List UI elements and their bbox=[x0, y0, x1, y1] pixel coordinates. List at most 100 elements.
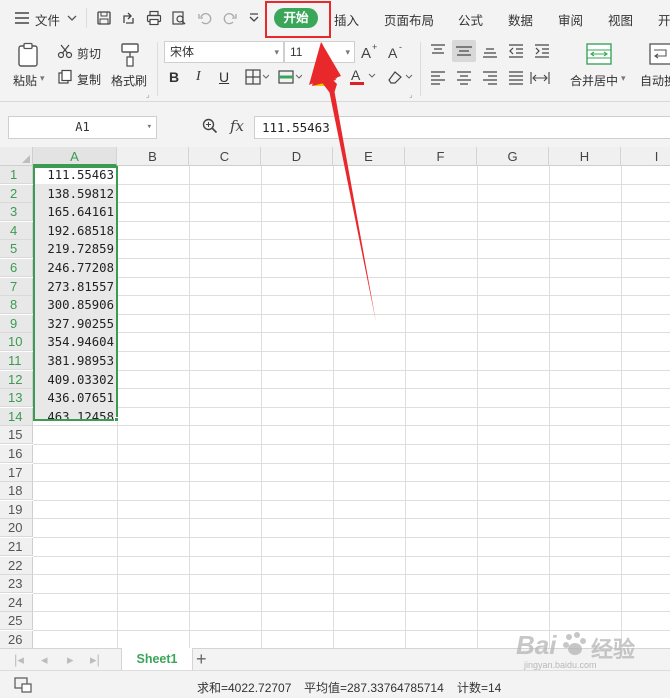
row-header[interactable]: 9 bbox=[0, 314, 33, 333]
auto-wrap-button[interactable]: 自动换 bbox=[640, 72, 670, 89]
row-header[interactable]: 5 bbox=[0, 240, 33, 259]
clear-format-icon[interactable] bbox=[386, 69, 414, 88]
decrease-indent-icon[interactable] bbox=[508, 44, 524, 61]
redo-icon[interactable] bbox=[222, 10, 238, 26]
align-bottom-icon[interactable] bbox=[482, 44, 498, 61]
quick-access-dropdown-icon[interactable] bbox=[247, 10, 263, 26]
row-header[interactable]: 10 bbox=[0, 333, 33, 352]
merge-center-icon[interactable] bbox=[585, 42, 613, 69]
name-box[interactable]: A1 ▾ bbox=[8, 116, 157, 139]
row-header[interactable]: 12 bbox=[0, 370, 33, 389]
row-header[interactable]: 20 bbox=[0, 519, 33, 538]
align-top-icon[interactable] bbox=[430, 44, 446, 61]
prev-sheet-icon[interactable]: ◂ bbox=[41, 652, 48, 668]
increase-indent-icon[interactable] bbox=[534, 44, 550, 61]
borders-icon[interactable] bbox=[245, 69, 270, 88]
column-header-e[interactable]: E bbox=[333, 147, 405, 166]
wrap-text-icon[interactable] bbox=[648, 42, 670, 69]
underline-button[interactable]: U bbox=[219, 69, 229, 85]
paste-icon[interactable] bbox=[16, 42, 42, 71]
row-header[interactable]: 13 bbox=[0, 389, 33, 408]
fill-pattern-icon[interactable] bbox=[278, 69, 303, 88]
print-icon[interactable] bbox=[146, 10, 162, 26]
paste-dropdown-icon[interactable]: ▾ bbox=[40, 73, 45, 84]
row-header[interactable]: 11 bbox=[0, 352, 33, 370]
add-sheet-button[interactable]: + bbox=[196, 649, 207, 669]
spreadsheet-grid[interactable]: ABCDEFGHI 1 2 3 4 5 6 7 8 9 10 11 12 13 14 15 16 17 18 19 2… bbox=[0, 147, 670, 650]
zoom-search-icon[interactable] bbox=[202, 118, 218, 137]
scissors-icon[interactable] bbox=[57, 43, 73, 62]
column-header-d[interactable]: D bbox=[261, 147, 333, 166]
align-center-icon[interactable] bbox=[456, 71, 472, 88]
row-header[interactable]: 4 bbox=[0, 221, 33, 240]
print-preview-icon[interactable] bbox=[171, 10, 187, 26]
tab-formulas[interactable]: 公式 bbox=[458, 10, 483, 29]
row-header[interactable]: 16 bbox=[0, 445, 33, 463]
row-header[interactable]: 18 bbox=[0, 482, 33, 501]
export-icon[interactable] bbox=[121, 10, 137, 26]
align-left-icon[interactable] bbox=[430, 71, 446, 88]
row-header[interactable]: 7 bbox=[0, 277, 33, 296]
select-all-corner[interactable] bbox=[0, 147, 33, 166]
next-sheet-icon[interactable]: ▸ bbox=[67, 652, 74, 668]
cut-button[interactable]: 剪切 bbox=[77, 45, 101, 62]
paste-button[interactable]: 粘贴 bbox=[13, 72, 37, 89]
column-header-a[interactable]: A bbox=[33, 147, 117, 166]
row-header[interactable]: 26 bbox=[0, 631, 33, 649]
tab-insert[interactable]: 插入 bbox=[334, 10, 359, 29]
copy-icon[interactable] bbox=[57, 69, 73, 88]
row-header[interactable]: 8 bbox=[0, 296, 33, 315]
copy-button[interactable]: 复制 bbox=[77, 71, 101, 88]
font-name-select[interactable]: 宋体 ▾ bbox=[164, 41, 284, 63]
chevron-down-icon[interactable] bbox=[66, 10, 82, 26]
column-header-c[interactable]: C bbox=[189, 147, 261, 166]
align-right-icon[interactable] bbox=[482, 71, 498, 88]
sheet-tab-sheet1[interactable]: Sheet1 bbox=[121, 648, 193, 671]
italic-button[interactable]: I bbox=[196, 69, 201, 85]
row-header[interactable]: 1 bbox=[0, 166, 33, 184]
last-sheet-icon[interactable]: ▸| bbox=[90, 652, 100, 668]
row-header[interactable]: 24 bbox=[0, 593, 33, 612]
font-color-icon[interactable]: A bbox=[349, 67, 377, 89]
column-header-g[interactable]: G bbox=[477, 147, 549, 166]
row-header[interactable]: 21 bbox=[0, 538, 33, 556]
row-header[interactable]: 25 bbox=[0, 612, 33, 631]
save-icon[interactable] bbox=[96, 10, 112, 26]
merge-center-button[interactable]: 合并居中 bbox=[570, 72, 618, 89]
font-dialog-launcher-icon[interactable]: ⌟ bbox=[409, 90, 413, 99]
undo-icon[interactable] bbox=[197, 10, 213, 26]
tab-data[interactable]: 数据 bbox=[508, 10, 533, 29]
align-middle-icon[interactable] bbox=[452, 40, 476, 62]
font-size-select[interactable]: 11 ▾ bbox=[284, 41, 355, 63]
row-header[interactable]: 14 bbox=[0, 407, 33, 426]
row-header[interactable]: 3 bbox=[0, 203, 33, 222]
status-mode-icon[interactable] bbox=[14, 677, 32, 696]
merge-dropdown-icon[interactable]: ▾ bbox=[621, 73, 626, 84]
fill-color-icon[interactable] bbox=[313, 69, 341, 90]
column-header-f[interactable]: F bbox=[405, 147, 477, 166]
column-header-b[interactable]: B bbox=[117, 147, 189, 166]
tab-page-layout[interactable]: 页面布局 bbox=[384, 10, 434, 29]
row-header[interactable]: 22 bbox=[0, 556, 33, 575]
formula-input[interactable]: 111.55463 bbox=[254, 116, 670, 139]
format-painter-icon[interactable] bbox=[119, 42, 141, 71]
clipboard-dialog-launcher-icon[interactable]: ⌟ bbox=[146, 90, 150, 99]
row-header[interactable]: 15 bbox=[0, 426, 33, 445]
insert-function-button[interactable]: fx bbox=[230, 117, 244, 135]
column-header-i[interactable]: I bbox=[621, 147, 670, 166]
increase-font-icon[interactable]: A + bbox=[360, 42, 380, 65]
row-header[interactable]: 17 bbox=[0, 463, 33, 482]
first-sheet-icon[interactable]: |◂ bbox=[14, 652, 24, 668]
hamburger-menu-icon[interactable] bbox=[14, 10, 30, 26]
row-header[interactable]: 2 bbox=[0, 184, 33, 203]
row-header[interactable]: 19 bbox=[0, 500, 33, 519]
file-menu[interactable]: 文件 bbox=[35, 10, 60, 29]
column-header-h[interactable]: H bbox=[549, 147, 621, 166]
bold-button[interactable]: B bbox=[169, 69, 179, 85]
tab-review[interactable]: 审阅 bbox=[558, 10, 583, 29]
row-header[interactable]: 6 bbox=[0, 259, 33, 277]
distributed-align-icon[interactable] bbox=[530, 71, 550, 88]
tab-more[interactable]: 开 bbox=[658, 10, 670, 29]
justify-icon[interactable] bbox=[508, 71, 524, 88]
row-header[interactable]: 23 bbox=[0, 575, 33, 594]
